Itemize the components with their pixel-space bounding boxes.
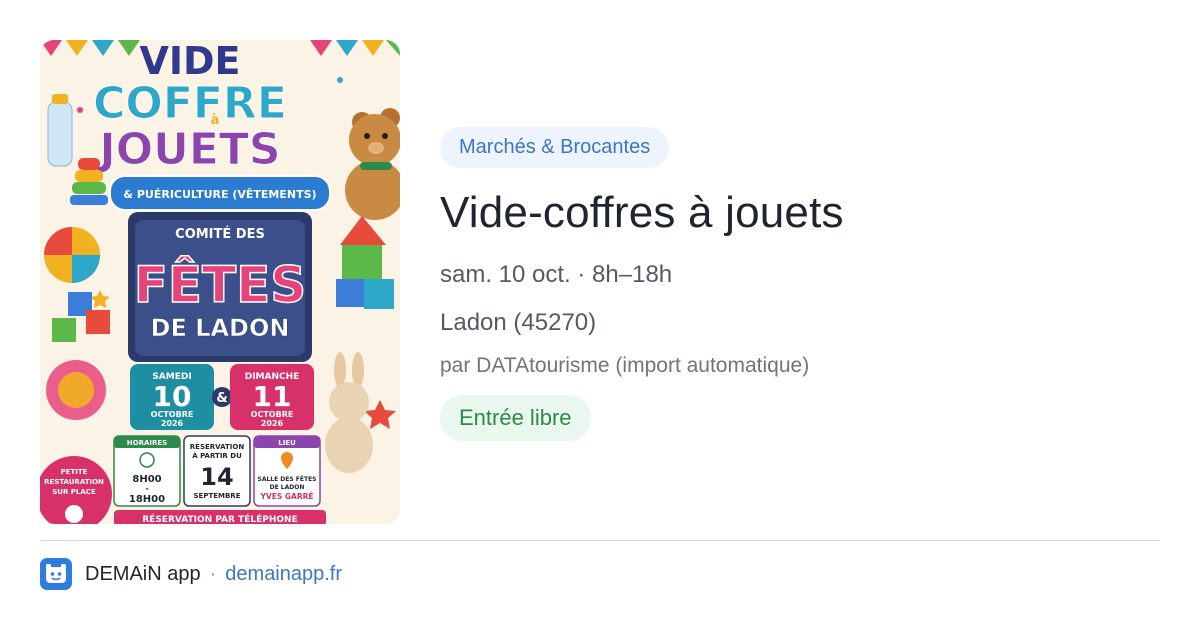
event-organizer: par DATAtourisme (import automatique) [440,354,810,377]
event-info: Marchés & Brocantes Vide-coffres à jouet… [440,127,1160,441]
category-chip[interactable]: Marchés & Brocantes [440,127,670,168]
poster-day2-month: OCTOBRE [251,410,294,419]
poster-ladon: DE LADON [151,314,290,342]
footer: DEMAiN app · demainapp.fr [40,558,342,590]
divider [40,540,1160,541]
event-location: Ladon (45270) [440,309,597,336]
poster-bottom-banner: RÉSERVATION PAR TÉLÉPHONE [142,513,298,524]
poster-title-jouets: JOUETS [96,124,280,175]
poster-day2-year: 2026 [261,419,284,428]
footer-separator: · [209,562,217,585]
event-title: Vide-coffres à jouets [440,188,844,237]
poster-horaires-to: 18H00 [129,494,165,505]
poster-restauration-1: PETITE [61,468,88,476]
poster-horaires-head: HORAIRES [127,439,167,447]
app-website-link[interactable]: demainapp.fr [225,563,342,586]
poster-amp: & [216,391,227,406]
poster-lieu-line1: SALLE DES FÊTES [258,475,317,483]
poster-reservation-head: RÉSERVATION [190,442,245,451]
poster-title-coffre: COFFRE [93,78,287,129]
app-name: DEMAiN app [85,562,201,585]
poster-day1-month: OCTOBRE [151,410,194,419]
poster-restauration-2: RESTAURATION [44,478,104,486]
event-datetime: sam. 10 oct. · 8h–18h [440,261,673,288]
poster-lieu-line2: DE LADON [270,484,305,491]
app-logo-icon[interactable] [40,558,72,590]
poster-subtitle: & PUÉRICULTURE (VÊTEMENTS) [123,188,316,201]
poster-reservation-num: 14 [200,463,233,491]
poster-day2-num: 11 [253,380,292,413]
poster-day1-year: 2026 [161,419,184,428]
poster-comite: COMITÉ DES [175,226,265,242]
poster-restauration-3: SUR PLACE [52,488,96,496]
poster-lieu-line3: YVES GARRÉ [259,492,313,501]
event-poster-image[interactable]: VIDE COFFRE à JOUETS & PUÉRICULTURE (VÊT… [40,40,400,524]
poster-day1-num: 10 [153,380,192,413]
poster-reservation-sub: À PARTIR DU [192,451,242,460]
poster-fetes: FÊTES [134,255,307,314]
poster-reservation-month: SEPTEMBRE [194,492,241,500]
poster-horaires-dash: - [145,484,148,493]
price-chip: Entrée libre [440,395,591,441]
poster-lieu-head: LIEU [278,439,296,447]
poster-title-vide: VIDE [139,40,240,83]
